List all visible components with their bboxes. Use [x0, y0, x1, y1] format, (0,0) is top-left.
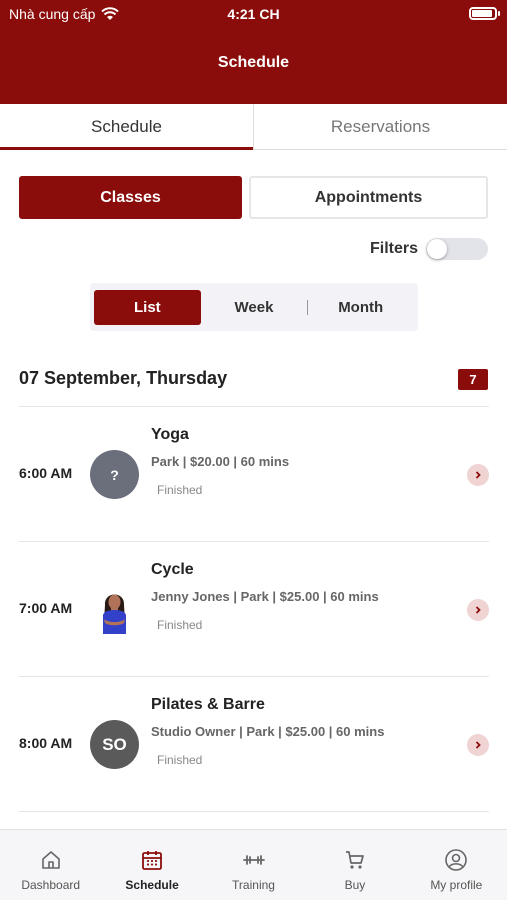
class-time: 8:00 AM — [19, 735, 73, 751]
class-row[interactable]: 6:00 AM ? Yoga Park | $20.00 | 60 mins F… — [19, 407, 489, 542]
nav-dashboard[interactable]: Dashboard — [0, 830, 101, 900]
class-time: 7:00 AM — [19, 600, 73, 616]
class-row[interactable]: 8:00 AM SO Pilates & Barre Studio Owner … — [19, 677, 489, 812]
class-name: Yoga — [151, 426, 189, 443]
class-details: Studio Owner | Park | $25.00 | 60 mins — [151, 724, 385, 739]
class-count-badge: 7 — [458, 369, 488, 390]
class-name: Pilates & Barre — [151, 696, 265, 713]
chevron-right-icon[interactable] — [467, 734, 489, 756]
filters-label: Filters — [369, 240, 418, 257]
status-time: 4:21 CH — [227, 6, 280, 22]
nav-label: Buy — [344, 878, 366, 892]
dumbbell-icon — [242, 855, 265, 865]
chevron-right-icon[interactable] — [467, 464, 489, 486]
tab-reservations[interactable]: Reservations — [254, 104, 507, 149]
battery-level — [472, 10, 492, 17]
view-list-button[interactable]: List — [94, 289, 201, 325]
chevron-right-icon[interactable] — [467, 599, 489, 621]
class-details: Jenny Jones | Park | $25.00 | 60 mins — [151, 589, 379, 604]
nav-buy[interactable]: Buy — [304, 830, 405, 900]
nav-my-profile[interactable]: My profile — [406, 830, 507, 900]
cart-icon — [345, 851, 364, 869]
page-title: Schedule — [217, 54, 290, 71]
class-status: Finished — [157, 618, 203, 632]
classes-button[interactable]: Classes — [19, 176, 242, 219]
bottom-nav: Dashboard Schedule Training Buy My profi… — [0, 829, 507, 900]
app-header: Nhà cung cấp 4:21 CH Schedule — [0, 0, 507, 104]
appointments-button[interactable]: Appointments — [249, 176, 488, 219]
home-icon — [41, 851, 60, 869]
nav-label: Training — [232, 878, 275, 892]
user-icon — [445, 849, 468, 871]
view-mode-switch: List Week Month — [90, 283, 418, 331]
top-tabs: Schedule Reservations — [0, 104, 507, 150]
nav-training[interactable]: Training — [203, 830, 304, 900]
class-status: Finished — [157, 753, 203, 767]
instructor-photo — [90, 585, 139, 634]
nav-label: Dashboard — [21, 878, 81, 892]
instructor-avatar: SO — [90, 720, 139, 769]
nav-label: My profile — [430, 878, 483, 892]
class-status: Finished — [157, 483, 203, 497]
toggle-knob — [427, 239, 447, 259]
battery-icon — [469, 7, 500, 20]
class-row[interactable]: 7:00 AM Cycle Jenny Jones | Park | $25.0… — [19, 542, 489, 677]
class-time: 6:00 AM — [19, 465, 73, 481]
date-heading: 07 September, Thursday — [19, 368, 228, 388]
nav-schedule[interactable]: Schedule — [101, 830, 202, 900]
filters-toggle[interactable] — [426, 238, 488, 260]
instructor-avatar: ? — [90, 450, 139, 499]
class-list: 6:00 AM ? Yoga Park | $20.00 | 60 mins F… — [19, 406, 489, 812]
class-name: Cycle — [151, 561, 194, 578]
calendar-icon — [142, 851, 163, 870]
class-details: Park | $20.00 | 60 mins — [151, 454, 290, 469]
filters-control: Filters — [370, 238, 488, 260]
status-bar: Nhà cung cấp 4:21 CH — [0, 0, 507, 28]
nav-label: Schedule — [125, 878, 179, 892]
view-month-button[interactable]: Month — [307, 290, 414, 325]
view-week-button[interactable]: Week — [201, 290, 308, 325]
tab-schedule[interactable]: Schedule — [0, 104, 253, 150]
